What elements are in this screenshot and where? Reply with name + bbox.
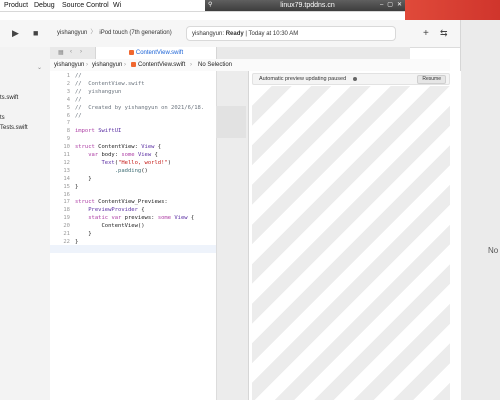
jump-file-label: ContentView.swift [138,62,186,68]
line-number: 3 [66,88,70,95]
canvas-overflow [460,20,500,400]
line-number: 8 [66,128,70,135]
swift-file-icon [131,61,136,67]
menu-source-control[interactable]: Source Control [62,1,109,10]
code-line: // yishangyun [75,88,122,95]
remote-session-bar[interactable]: ⚲ linux79.tpddns.cn –▢✕ [205,0,410,11]
jump-group[interactable]: yishangyun [92,59,122,71]
status-app: yishangyun: [192,31,225,37]
window-controls-icon[interactable]: –▢✕ [380,0,406,11]
current-line-highlight [50,245,216,253]
code-line: PreviewProvider { [88,207,145,214]
jump-selection[interactable]: No Selection [198,59,232,71]
status-separator: | [245,31,247,37]
add-icon[interactable]: + [423,20,429,47]
activity-status: yishangyun: Ready | Today at 10:30 AM [186,26,396,41]
line-number: 12 [63,159,70,166]
line-number: 16 [63,191,70,198]
minimap-block [216,106,246,138]
line-number: 15 [63,183,70,190]
line-number: 5 [66,104,70,111]
code-line: } [75,183,79,190]
line-number: 22 [63,238,70,245]
tab-label: ContentView.swift [135,50,184,56]
swift-file-icon [128,49,134,55]
navigator-folder[interactable]: ts [0,115,5,121]
forward-icon[interactable]: › [80,49,82,55]
run-icon[interactable]: ▶ [12,20,19,47]
line-number: 19 [63,215,70,222]
code-line: .padding() [114,167,148,174]
chevron-down-icon[interactable]: ⌄ [37,64,42,71]
code-line: // [75,96,82,103]
code-line: var body: some View { [88,152,158,158]
scheme-name: yishangyun [57,30,88,36]
info-icon[interactable] [353,77,357,81]
device-name: iPod touch (7th generation) [99,30,172,36]
project-navigator: ⌄ ts.swift ts Tests.swift [0,47,51,400]
preview-status-message: Automatic preview updating paused [259,76,347,82]
line-number: 2 [66,80,70,87]
code-line: // [75,73,82,79]
navigator-file-2[interactable]: Tests.swift [0,125,28,131]
status-state: Ready [225,31,244,37]
scheme-selector[interactable]: yishangyun 〉 iPod touch (7th generation) [57,28,172,39]
line-number: 4 [66,96,70,103]
xcode-toolbar: ▶ ■ yishangyun 〉 iPod touch (7th generatio… [0,20,460,48]
line-number: 10 [63,144,70,151]
jump-project[interactable]: yishangyun [54,59,84,71]
code-line: struct ContentView_Previews: [75,199,168,206]
jump-file[interactable]: ContentView.swift [131,59,185,71]
code-line: // Created by yishangyun on 2021/6/18. [75,104,205,111]
line-number: 11 [63,152,70,158]
chevron-right-icon: › [190,62,192,68]
background-stripe [405,0,500,20]
code-line: import SwiftUI [75,128,122,135]
code-line: struct ContentView: View { [75,144,162,151]
line-number: 9 [66,136,70,143]
stop-icon[interactable]: ■ [33,20,38,47]
line-number: 6 [66,112,70,119]
code-line: Text("Hello, world!") [101,159,172,166]
chevron-right-icon: 〉 [90,30,97,36]
resume-button[interactable]: Resume [417,75,446,84]
code-line: static var previews: some View { [88,215,195,222]
line-number: 17 [63,199,70,206]
pin-icon[interactable]: ⚲ [208,0,212,11]
line-number: 14 [63,175,70,182]
code-line: } [75,175,92,182]
chevron-right-icon: › [124,62,126,68]
line-number: 20 [63,223,70,230]
menu-product[interactable]: Product [4,1,28,10]
navigator-file-1[interactable]: ts.swift [0,95,18,101]
chevron-right-icon: › [86,62,88,68]
canvas-right-label: No [488,246,499,255]
line-number: 18 [63,207,70,214]
line-number: 1 [66,73,70,79]
code-line: } [75,238,79,245]
grid-icon[interactable]: ▦ [58,49,64,56]
back-icon[interactable]: ‹ [70,49,72,55]
menu-debug[interactable]: Debug [34,1,55,10]
code-line: } [75,231,92,237]
line-number: 13 [63,167,70,174]
code-line: ContentView() [75,223,145,230]
status-time: Today at 10:30 AM [248,31,299,37]
tab-contentview-swift[interactable]: ContentView.swift [95,47,217,59]
preview-status-bar: Automatic preview updating paused Resume [252,73,450,85]
split-editor-icon[interactable]: ⇆ [440,20,448,47]
paused-preview-area [252,86,450,400]
line-number: 7 [66,120,70,127]
code-line: // [75,112,82,119]
menu-window[interactable]: Wi [113,1,121,10]
line-number: 21 [63,231,70,237]
remote-title: linux79.tpddns.cn [280,2,335,9]
code-line: // ContentView.swift [75,80,145,87]
